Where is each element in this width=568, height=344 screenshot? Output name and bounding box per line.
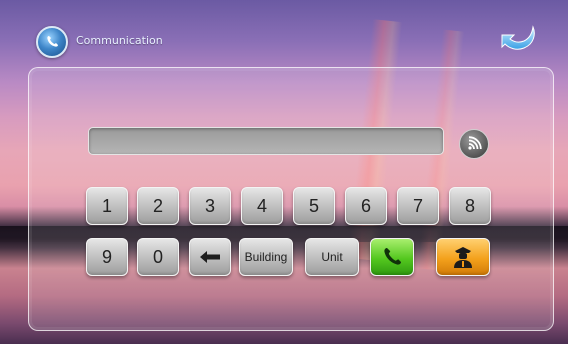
phone-icon	[384, 248, 401, 265]
key-4[interactable]: 4	[241, 187, 283, 225]
key-7[interactable]: 7	[397, 187, 439, 225]
key-6[interactable]: 6	[345, 187, 387, 225]
guard-call-button[interactable]	[436, 238, 490, 276]
key-5[interactable]: 5	[293, 187, 335, 225]
key-0[interactable]: 0	[137, 238, 179, 276]
call-button[interactable]	[370, 238, 414, 276]
number-display-field[interactable]	[88, 127, 444, 155]
rf-signal-icon[interactable]	[459, 129, 489, 159]
backspace-arrow-icon	[200, 251, 220, 263]
screen: Communication 1 2 3 4 5 6 7 8 9 0 Buildi…	[0, 0, 568, 344]
key-9[interactable]: 9	[86, 238, 128, 276]
key-1[interactable]: 1	[86, 187, 128, 225]
key-8[interactable]: 8	[449, 187, 491, 225]
page-title: Communication	[76, 34, 163, 47]
key-3[interactable]: 3	[189, 187, 231, 225]
back-arrow-icon[interactable]	[500, 24, 538, 52]
handset-glyph	[47, 36, 58, 47]
security-guard-icon	[454, 247, 472, 268]
unit-button[interactable]: Unit	[305, 238, 359, 276]
building-button[interactable]: Building	[239, 238, 293, 276]
backspace-button[interactable]	[189, 238, 231, 276]
communication-icon	[36, 26, 68, 58]
key-2[interactable]: 2	[137, 187, 179, 225]
